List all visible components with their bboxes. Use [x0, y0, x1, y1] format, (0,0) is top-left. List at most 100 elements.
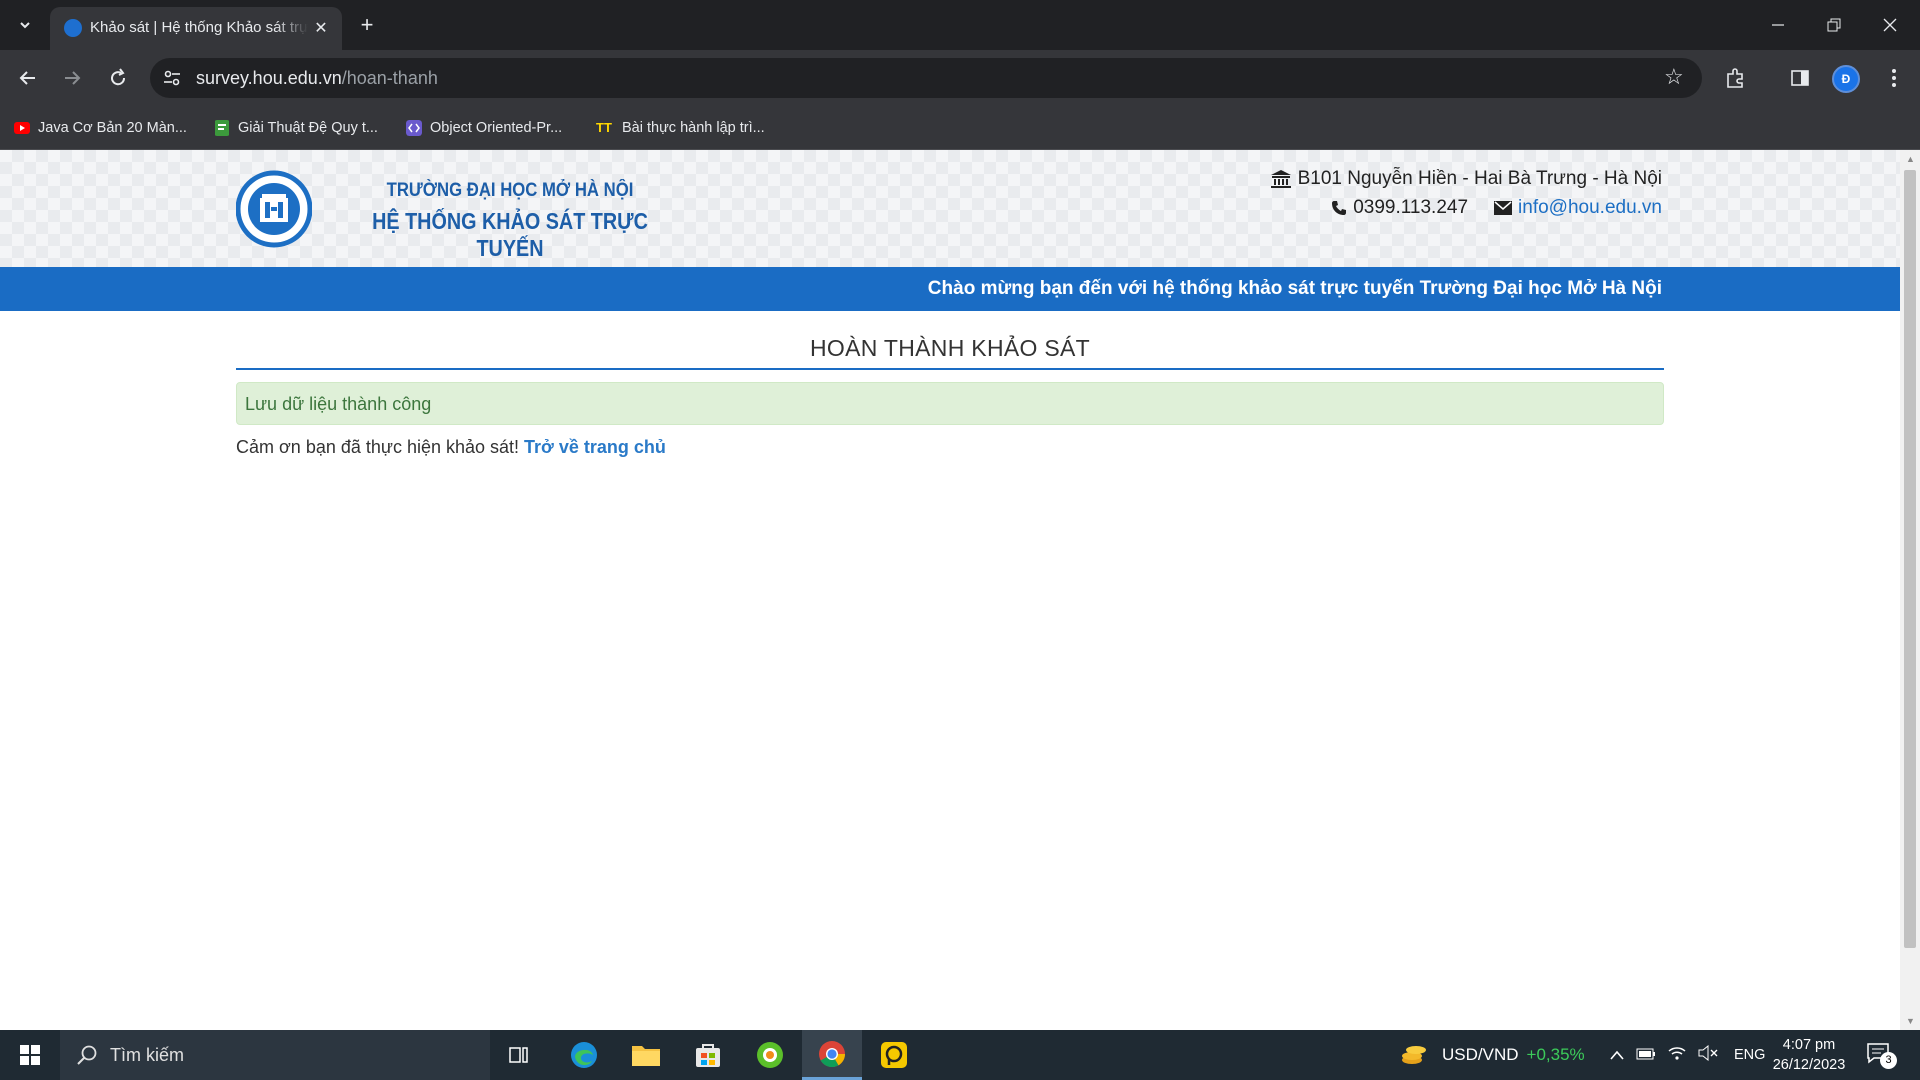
- yellow-app[interactable]: [864, 1030, 924, 1080]
- welcome-text: Chào mừng bạn đến với hệ thống khảo sát …: [927, 278, 1662, 299]
- chrome-app[interactable]: [802, 1030, 862, 1080]
- notification-badge: 3: [1880, 1052, 1897, 1069]
- battery-icon[interactable]: [1636, 1045, 1656, 1065]
- reload-button[interactable]: [100, 60, 136, 96]
- bookmark-label: Bài thực hành lập trì...: [622, 120, 765, 136]
- bookmark-label: Giải Thuật Đệ Quy t...: [238, 120, 378, 136]
- currency-label: USD/VND: [1442, 1045, 1519, 1064]
- minimize-icon: [1772, 24, 1784, 26]
- tab-title: Khảo sát | Hệ thống Khảo sát trực tuyến: [90, 19, 308, 36]
- youtube-icon: [14, 122, 30, 134]
- clock-time: 4:07 pm: [1782, 1037, 1836, 1053]
- yellow-app-icon: [881, 1042, 907, 1068]
- close-tab-button[interactable]: ✕: [310, 17, 332, 39]
- title-divider: [236, 368, 1664, 370]
- back-button[interactable]: [10, 60, 46, 96]
- bookmark-item[interactable]: TT Bài thực hành lập trì...: [596, 118, 765, 138]
- active-tab[interactable]: Khảo sát | Hệ thống Khảo sát trực tuyến …: [50, 7, 342, 50]
- browser-tab-strip: Khảo sát | Hệ thống Khảo sát trực tuyến …: [0, 0, 1920, 50]
- globe-icon: [64, 19, 82, 37]
- arrow-right-icon: [65, 71, 81, 85]
- menu-dots-icon[interactable]: [1882, 66, 1906, 90]
- url-text: survey.hou.edu.vn/hoan-thanh: [196, 68, 438, 89]
- task-view-icon: [509, 1047, 528, 1063]
- bookmark-item[interactable]: Giải Thuật Đệ Quy t...: [214, 118, 378, 138]
- edge-icon: [571, 1042, 597, 1068]
- taskbar-search[interactable]: Tìm kiếm: [60, 1030, 490, 1080]
- green-app-icon: [757, 1042, 783, 1068]
- clock[interactable]: 4:07 pm 26/12/2023: [1772, 1035, 1846, 1075]
- address-text: B101 Nguyễn Hiền - Hai Bà Trưng - Hà Nội: [1297, 168, 1662, 189]
- windows-logo-icon: [20, 1045, 40, 1065]
- currency-change: +0,35%: [1526, 1045, 1585, 1064]
- email-link[interactable]: info@hou.edu.vn: [1518, 197, 1662, 219]
- phone-icon: [1332, 201, 1347, 215]
- edge-app[interactable]: [554, 1030, 614, 1080]
- url-path: /hoan-thanh: [341, 68, 438, 88]
- system-tray-icons: ENG: [1610, 1030, 1765, 1080]
- profile-avatar[interactable]: Đ: [1832, 65, 1860, 93]
- close-window-button[interactable]: [1862, 0, 1918, 50]
- bookmark-label: Java Cơ Bản 20 Màn...: [38, 120, 187, 136]
- arrow-left-icon: [19, 71, 35, 85]
- bookmark-label: Object Oriented-Pr...: [430, 120, 563, 136]
- system-name: HỆ THỐNG KHẢO SÁT TRỰC TUYẾN: [372, 208, 648, 261]
- bookmark-star-icon[interactable]: ☆: [1664, 66, 1686, 88]
- forward-button[interactable]: [54, 60, 90, 96]
- store-icon: [696, 1044, 720, 1067]
- folder-icon: [632, 1046, 660, 1066]
- thanks-text: Cảm ơn bạn đã thực hiện khảo sát!: [236, 437, 520, 457]
- search-icon: [77, 1045, 97, 1065]
- speaker-muted-icon[interactable]: [1698, 1044, 1718, 1066]
- new-tab-button[interactable]: +: [352, 10, 382, 40]
- chevron-up-icon[interactable]: [1610, 1045, 1624, 1065]
- file-explorer-app[interactable]: [616, 1030, 676, 1080]
- minimize-button[interactable]: [1750, 0, 1806, 50]
- scroll-up-arrow-icon[interactable]: ▲: [1906, 154, 1915, 164]
- restore-button[interactable]: [1806, 0, 1862, 50]
- institution-icon: [1270, 170, 1291, 188]
- url-host: survey.hou.edu.vn: [196, 68, 342, 88]
- alert-message: Lưu dữ liệu thành công: [245, 394, 432, 414]
- green-app[interactable]: [740, 1030, 800, 1080]
- scroll-thumb[interactable]: [1904, 170, 1916, 948]
- bookmark-item[interactable]: Object Oriented-Pr...: [406, 118, 562, 138]
- back-to-home-link[interactable]: Trở về trang chủ: [524, 437, 666, 457]
- restore-icon: [1827, 18, 1841, 32]
- school-name: TRƯỜNG ĐẠI HỌC MỞ HÀ NỘI: [386, 180, 634, 201]
- envelope-icon: [1494, 201, 1513, 215]
- reload-icon: [111, 68, 126, 86]
- notification-center[interactable]: 3: [1866, 1042, 1897, 1069]
- extensions-icon[interactable]: [1724, 66, 1748, 90]
- university-logo: [236, 170, 312, 248]
- thank-you-message: Cảm ơn bạn đã thực hiện khảo sát! Trở về…: [236, 437, 666, 458]
- chevron-down-icon: [20, 22, 30, 29]
- browser-toolbar: survey.hou.edu.vn/hoan-thanh ☆ Đ: [0, 50, 1920, 106]
- chrome-icon: [819, 1040, 846, 1067]
- code-icon: [406, 120, 422, 136]
- close-icon: [1883, 18, 1897, 32]
- success-alert: Lưu dữ liệu thành công: [236, 382, 1664, 425]
- welcome-banner: Chào mừng bạn đến với hệ thống khảo sát …: [0, 267, 1900, 311]
- contact-address: B101 Nguyễn Hiền - Hai Bà Trưng - Hà Nội: [1270, 168, 1662, 190]
- bookmark-item[interactable]: Java Cơ Bản 20 Màn...: [14, 118, 187, 138]
- bookmarks-bar: Java Cơ Bản 20 Màn... Giải Thuật Đệ Quy …: [0, 106, 1920, 150]
- task-view-button[interactable]: [490, 1030, 550, 1080]
- tt-icon: TT: [596, 120, 612, 135]
- page-title: HOÀN THÀNH KHẢO SÁT: [809, 335, 1091, 361]
- store-app[interactable]: [678, 1030, 738, 1080]
- language-indicator[interactable]: ENG: [1734, 1047, 1765, 1063]
- currency-widget[interactable]: USD/VND +0,35%: [1400, 1030, 1585, 1080]
- address-bar[interactable]: survey.hou.edu.vn/hoan-thanh ☆: [150, 58, 1702, 98]
- scroll-down-arrow-icon[interactable]: ▼: [1906, 1016, 1915, 1026]
- green-doc-icon: [215, 120, 229, 136]
- site-settings-icon[interactable]: [162, 68, 182, 88]
- wifi-icon[interactable]: [1668, 1045, 1686, 1066]
- tab-search-button[interactable]: [8, 8, 42, 42]
- page-scrollbar[interactable]: ▲ ▼: [1900, 150, 1920, 1030]
- windows-taskbar: Tìm kiếm USD/VND +0,35% ENG 4:07 pm 26/1…: [0, 1030, 1920, 1080]
- clock-date: 26/12/2023: [1772, 1057, 1846, 1073]
- web-page: TRƯỜNG ĐẠI HỌC MỞ HÀ NỘI HỆ THỐNG KHẢO S…: [0, 150, 1900, 1030]
- side-panel-icon[interactable]: [1788, 66, 1812, 90]
- start-button[interactable]: [0, 1030, 60, 1080]
